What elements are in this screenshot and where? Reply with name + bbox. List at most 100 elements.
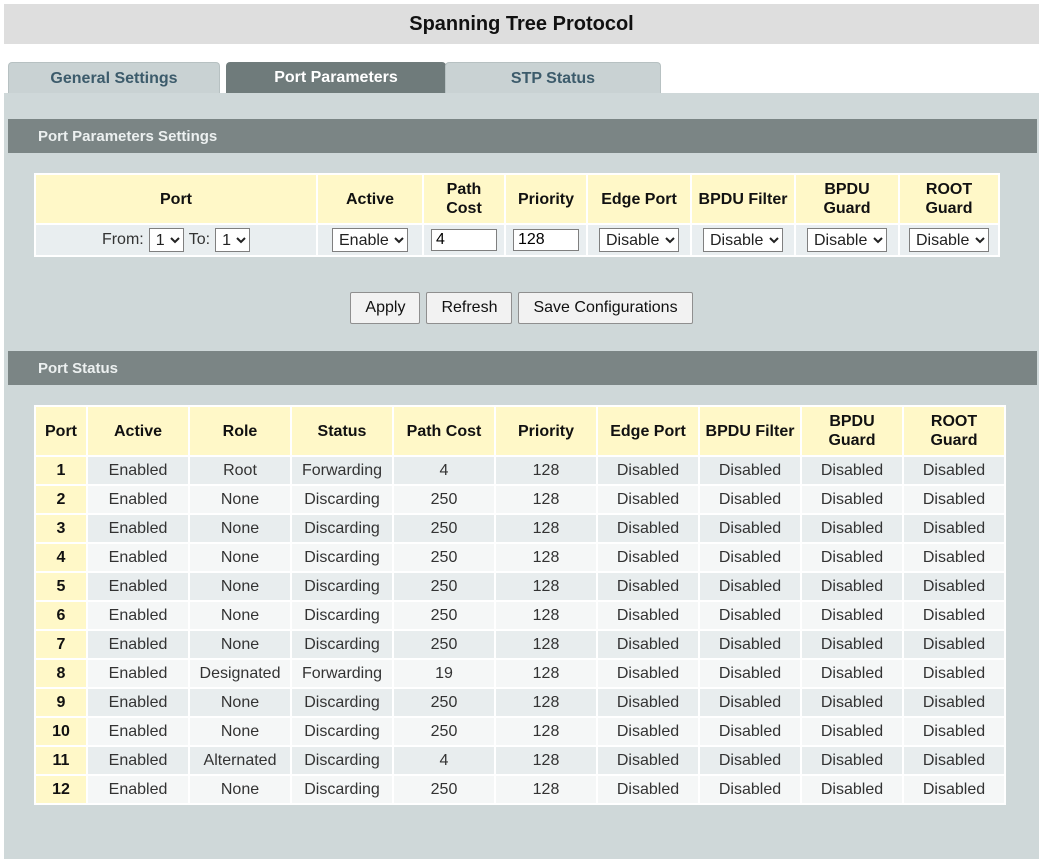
cell-edge-port: Disabled bbox=[598, 689, 698, 716]
cell-bpdu-filter: Disabled bbox=[700, 689, 800, 716]
bpdu-guard-cell: Disable bbox=[796, 225, 898, 255]
cell-path-cost: 250 bbox=[394, 486, 494, 513]
cell-port: 5 bbox=[36, 573, 86, 600]
cell-role: None bbox=[190, 631, 290, 658]
cell-root-guard: Disabled bbox=[904, 486, 1004, 513]
table-row: 5 Enabled None Discarding 250 128 Disabled Disa… bbox=[36, 573, 1004, 600]
cell-active: Enabled bbox=[88, 486, 188, 513]
status-col-root-guard: ROOT Guard bbox=[904, 407, 1004, 455]
cell-role: None bbox=[190, 486, 290, 513]
cell-bpdu-guard: Disabled bbox=[802, 573, 902, 600]
cell-bpdu-guard: Disabled bbox=[802, 457, 902, 484]
cell-edge-port: Disabled bbox=[598, 544, 698, 571]
cell-priority: 128 bbox=[496, 457, 596, 484]
cell-bpdu-guard: Disabled bbox=[802, 747, 902, 774]
to-port-select[interactable]: 1 bbox=[215, 228, 251, 252]
cell-bpdu-guard: Disabled bbox=[802, 544, 902, 571]
status-col-status: Status bbox=[292, 407, 392, 455]
root-guard-cell: Disable bbox=[900, 225, 998, 255]
cell-path-cost: 250 bbox=[394, 573, 494, 600]
action-buttons: Apply Refresh Save Configurations bbox=[0, 292, 1043, 324]
cell-port: 4 bbox=[36, 544, 86, 571]
cell-root-guard: Disabled bbox=[904, 602, 1004, 629]
settings-header-row: Port Active Path Cost Priority Edge Port… bbox=[36, 175, 998, 223]
save-configurations-button[interactable]: Save Configurations bbox=[518, 292, 693, 324]
cell-bpdu-filter: Disabled bbox=[700, 602, 800, 629]
table-row: 2 Enabled None Discarding 250 128 Disabled Disa… bbox=[36, 486, 1004, 513]
status-header-row: Port Active Role Status Path Cost Priori… bbox=[36, 407, 1004, 455]
cell-root-guard: Disabled bbox=[904, 776, 1004, 803]
cell-bpdu-guard: Disabled bbox=[802, 602, 902, 629]
table-row: 10 Enabled None Discarding 250 128 Disabled Dis… bbox=[36, 718, 1004, 745]
col-port: Port bbox=[36, 175, 316, 223]
cell-edge-port: Disabled bbox=[598, 486, 698, 513]
cell-priority: 128 bbox=[496, 486, 596, 513]
cell-edge-port: Disabled bbox=[598, 631, 698, 658]
edge-port-select[interactable]: Disable bbox=[599, 228, 679, 252]
cell-edge-port: Disabled bbox=[598, 573, 698, 600]
edge-port-cell: Disable bbox=[588, 225, 690, 255]
cell-root-guard: Disabled bbox=[904, 457, 1004, 484]
cell-active: Enabled bbox=[88, 689, 188, 716]
apply-button[interactable]: Apply bbox=[350, 292, 421, 324]
cell-port: 8 bbox=[36, 660, 86, 687]
cell-root-guard: Disabled bbox=[904, 660, 1004, 687]
col-priority: Priority bbox=[506, 175, 586, 223]
root-guard-select[interactable]: Disable bbox=[909, 228, 989, 252]
path-cost-input[interactable] bbox=[431, 229, 497, 251]
cell-edge-port: Disabled bbox=[598, 747, 698, 774]
cell-path-cost: 250 bbox=[394, 544, 494, 571]
cell-bpdu-filter: Disabled bbox=[700, 718, 800, 745]
cell-port: 3 bbox=[36, 515, 86, 542]
tab-port-parameters[interactable]: Port Parameters bbox=[226, 62, 446, 94]
active-cell: Enable bbox=[318, 225, 422, 255]
from-port-select[interactable]: 1 bbox=[148, 228, 184, 252]
cell-bpdu-guard: Disabled bbox=[802, 660, 902, 687]
cell-status: Discarding bbox=[292, 515, 392, 542]
table-row: 9 Enabled None Discarding 250 128 Disabled Disa… bbox=[36, 689, 1004, 716]
cell-edge-port: Disabled bbox=[598, 660, 698, 687]
cell-status: Discarding bbox=[292, 631, 392, 658]
bpdu-filter-select[interactable]: Disable bbox=[703, 228, 783, 252]
status-col-edge-port: Edge Port bbox=[598, 407, 698, 455]
refresh-button[interactable]: Refresh bbox=[426, 292, 513, 324]
active-select[interactable]: Enable bbox=[332, 228, 408, 252]
page-title: Spanning Tree Protocol bbox=[4, 4, 1039, 44]
cell-port: 11 bbox=[36, 747, 86, 774]
cell-bpdu-guard: Disabled bbox=[802, 689, 902, 716]
settings-input-row: From: 1 To: 1 Enable Disable Disable Dis… bbox=[36, 225, 998, 255]
status-col-active: Active bbox=[88, 407, 188, 455]
table-row: 4 Enabled None Discarding 250 128 Disabled Disa… bbox=[36, 544, 1004, 571]
port-status-table: Port Active Role Status Path Cost Priori… bbox=[34, 405, 1006, 805]
cell-path-cost: 4 bbox=[394, 457, 494, 484]
cell-root-guard: Disabled bbox=[904, 718, 1004, 745]
cell-path-cost: 250 bbox=[394, 776, 494, 803]
cell-priority: 128 bbox=[496, 573, 596, 600]
cell-priority: 128 bbox=[496, 689, 596, 716]
cell-priority: 128 bbox=[496, 544, 596, 571]
cell-edge-port: Disabled bbox=[598, 515, 698, 542]
tab-general-settings[interactable]: General Settings bbox=[8, 62, 220, 94]
status-table-body: 1 Enabled Root Forwarding 4 128 Disabled Disabl… bbox=[36, 457, 1004, 803]
cell-active: Enabled bbox=[88, 631, 188, 658]
cell-role: None bbox=[190, 544, 290, 571]
cell-path-cost: 19 bbox=[394, 660, 494, 687]
cell-path-cost: 250 bbox=[394, 689, 494, 716]
cell-root-guard: Disabled bbox=[904, 515, 1004, 542]
bpdu-guard-select[interactable]: Disable bbox=[807, 228, 887, 252]
cell-bpdu-guard: Disabled bbox=[802, 486, 902, 513]
cell-status: Discarding bbox=[292, 486, 392, 513]
cell-active: Enabled bbox=[88, 602, 188, 629]
priority-input[interactable] bbox=[513, 229, 579, 251]
cell-bpdu-filter: Disabled bbox=[700, 631, 800, 658]
cell-port: 9 bbox=[36, 689, 86, 716]
cell-role: None bbox=[190, 602, 290, 629]
cell-edge-port: Disabled bbox=[598, 776, 698, 803]
port-parameters-table: Port Active Path Cost Priority Edge Port… bbox=[34, 173, 1000, 257]
cell-status: Discarding bbox=[292, 747, 392, 774]
cell-active: Enabled bbox=[88, 573, 188, 600]
cell-bpdu-filter: Disabled bbox=[700, 544, 800, 571]
cell-port: 12 bbox=[36, 776, 86, 803]
cell-bpdu-guard: Disabled bbox=[802, 631, 902, 658]
tab-stp-status[interactable]: STP Status bbox=[445, 62, 661, 94]
